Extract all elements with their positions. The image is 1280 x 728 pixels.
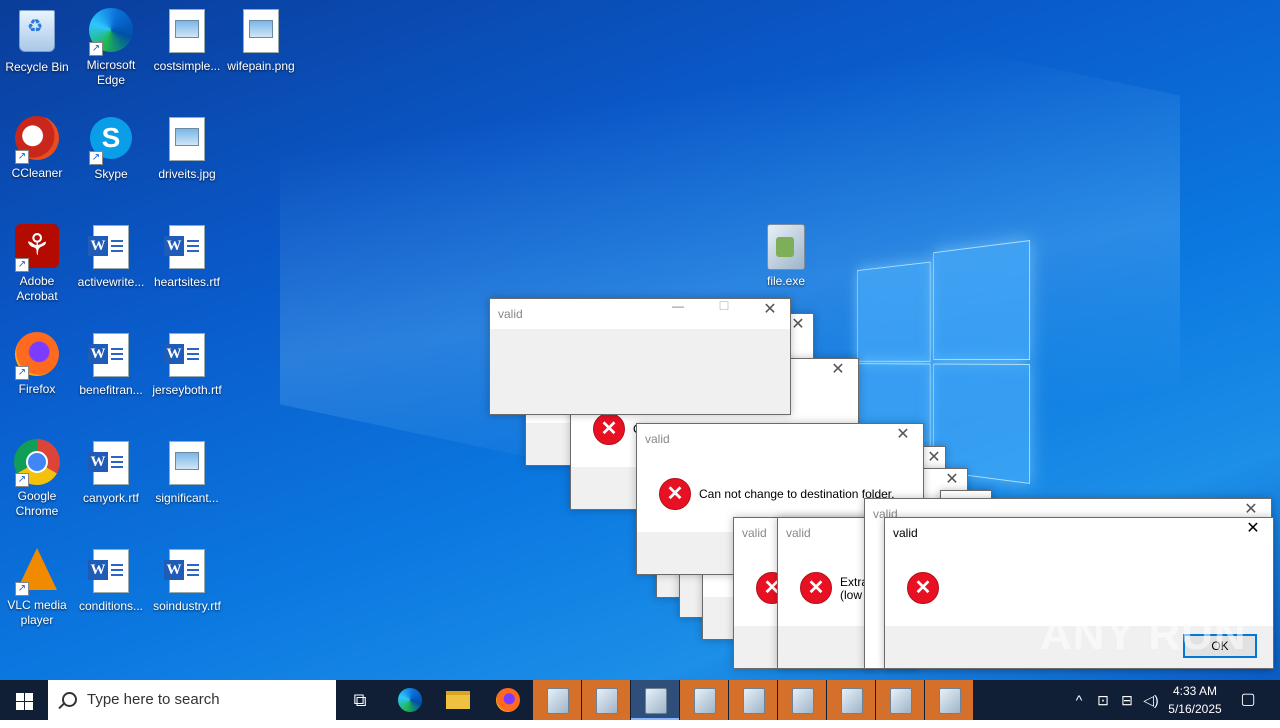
desktop-icon-firefox[interactable]: ↗ Firefox <box>0 330 74 397</box>
taskbar-app-valid[interactable] <box>778 680 826 720</box>
taskbar-app-valid-active[interactable] <box>631 680 679 720</box>
desktop-icon-adobe-acrobat[interactable]: ⚘ ↗ Adobe Acrobat <box>0 222 74 304</box>
word-doc-icon: W <box>88 333 129 377</box>
error-icon: ✕ <box>593 413 625 445</box>
desktop-icon-canyork[interactable]: W canyork.rtf <box>74 438 148 506</box>
word-doc-icon: W <box>164 333 205 377</box>
start-button[interactable] <box>0 680 48 720</box>
dialog-title: valid <box>742 526 767 540</box>
desktop-icon-significant[interactable]: significant... <box>150 438 224 506</box>
meet-now-icon[interactable]: ⊡ <box>1092 680 1114 720</box>
close-icon[interactable]: ✕ <box>1233 518 1273 548</box>
taskbar-edge-button[interactable] <box>386 680 434 720</box>
word-doc-icon: W <box>88 549 129 593</box>
desktop-icon-wifepain[interactable]: wifepain.png <box>224 6 298 74</box>
error-icon: ✕ <box>659 478 691 510</box>
dialog-title: valid <box>645 432 670 446</box>
executable-icon <box>792 688 814 714</box>
image-file-icon <box>169 117 205 161</box>
desktop-icon-edge[interactable]: ↗ Microsoft Edge <box>74 6 148 88</box>
executable-icon <box>694 688 716 714</box>
desktop-icon-skype[interactable]: S ↗ Skype <box>74 114 148 182</box>
executable-icon <box>596 688 618 714</box>
desktop-icon-driveits[interactable]: driveits.jpg <box>150 114 224 182</box>
taskbar-app-valid[interactable] <box>876 680 924 720</box>
desktop-icon-file-exe[interactable]: file.exe <box>749 222 823 289</box>
taskbar-app-valid[interactable] <box>533 680 581 720</box>
minimize-icon[interactable]: — <box>658 299 698 329</box>
notification-icon[interactable]: ▢ <box>1234 680 1262 720</box>
desktop-icon-vlc[interactable]: ↗ VLC media player <box>0 546 74 628</box>
desktop-icon-jerseyboth[interactable]: W jerseyboth.rtf <box>150 330 224 398</box>
executable-icon <box>841 688 863 714</box>
taskbar: Type here to search ⧉ ^ ⊡ ⊟ ◁) 4:33 AM 5… <box>0 680 1280 720</box>
taskbar-app-valid[interactable] <box>582 680 630 720</box>
desktop: Recycle Bin ↗ CCleaner ⚘↗ Adobe Acrobat … <box>0 0 1280 680</box>
desktop-icon-soindustry[interactable]: W soindustry.rtf <box>150 546 224 614</box>
volume-icon[interactable]: ◁) <box>1140 680 1162 720</box>
close-icon[interactable]: ✕ <box>818 359 858 389</box>
word-doc-icon: W <box>88 225 129 269</box>
executable-icon <box>547 688 569 714</box>
image-file-icon <box>169 9 205 53</box>
word-doc-icon: W <box>164 225 205 269</box>
maximize-icon[interactable]: ☐ <box>704 299 744 329</box>
dialog-valid-empty[interactable]: valid — ☐ ✕ <box>489 298 791 415</box>
task-view-icon[interactable]: ⧉ <box>336 680 384 720</box>
word-doc-icon: W <box>164 549 205 593</box>
executable-icon <box>939 688 961 714</box>
search-placeholder: Type here to search <box>87 691 220 708</box>
dialog-title: valid <box>786 526 811 540</box>
watermark: ANY RUN <box>1040 610 1247 659</box>
desktop-icon-costsimple[interactable]: costsimple... <box>150 6 224 74</box>
desktop-icon-benefitran[interactable]: W benefitran... <box>74 330 148 398</box>
dialog-title: valid <box>498 307 523 321</box>
clock-date: 5/16/2025 <box>1168 702 1222 716</box>
firefox-icon <box>496 688 520 712</box>
edge-icon <box>398 688 422 712</box>
network-icon[interactable]: ⊟ <box>1116 680 1138 720</box>
desktop-icon-ccleaner[interactable]: ↗ CCleaner <box>0 114 74 181</box>
desktop-icon-recycle-bin[interactable]: Recycle Bin <box>0 6 74 75</box>
desktop-icon-activewrite[interactable]: W activewrite... <box>74 222 148 290</box>
taskbar-app-valid[interactable] <box>680 680 728 720</box>
search-box[interactable]: Type here to search <box>48 680 336 720</box>
error-icon: ✕ <box>800 572 832 604</box>
word-doc-icon: W <box>88 441 129 485</box>
taskbar-explorer-button[interactable] <box>434 680 482 720</box>
executable-icon <box>767 224 805 270</box>
close-icon[interactable]: ✕ <box>883 424 923 454</box>
desktop-icon-heartsites[interactable]: W heartsites.rtf <box>150 222 224 290</box>
folder-icon <box>446 691 470 709</box>
desktop-icon-google-chrome[interactable]: ↗ Google Chrome <box>0 438 74 519</box>
executable-icon <box>645 688 667 714</box>
close-icon[interactable]: ✕ <box>750 299 790 329</box>
search-icon <box>62 692 77 707</box>
taskbar-app-valid[interactable] <box>925 680 973 720</box>
taskbar-app-valid[interactable] <box>827 680 875 720</box>
tray-chevron-icon[interactable]: ^ <box>1068 680 1090 720</box>
image-file-icon <box>243 9 279 53</box>
clock-time: 4:33 AM <box>1172 684 1218 698</box>
recycle-bin-icon <box>19 10 55 52</box>
error-icon: ✕ <box>907 572 939 604</box>
executable-icon <box>890 688 912 714</box>
taskbar-app-valid[interactable] <box>729 680 777 720</box>
taskbar-firefox-button[interactable] <box>484 680 532 720</box>
desktop-icon-conditions[interactable]: W conditions... <box>74 546 148 614</box>
dialog-title: valid <box>893 526 918 540</box>
executable-icon <box>743 688 765 714</box>
clock[interactable]: 4:33 AM 5/16/2025 <box>1160 682 1230 718</box>
image-file-icon <box>169 441 205 485</box>
